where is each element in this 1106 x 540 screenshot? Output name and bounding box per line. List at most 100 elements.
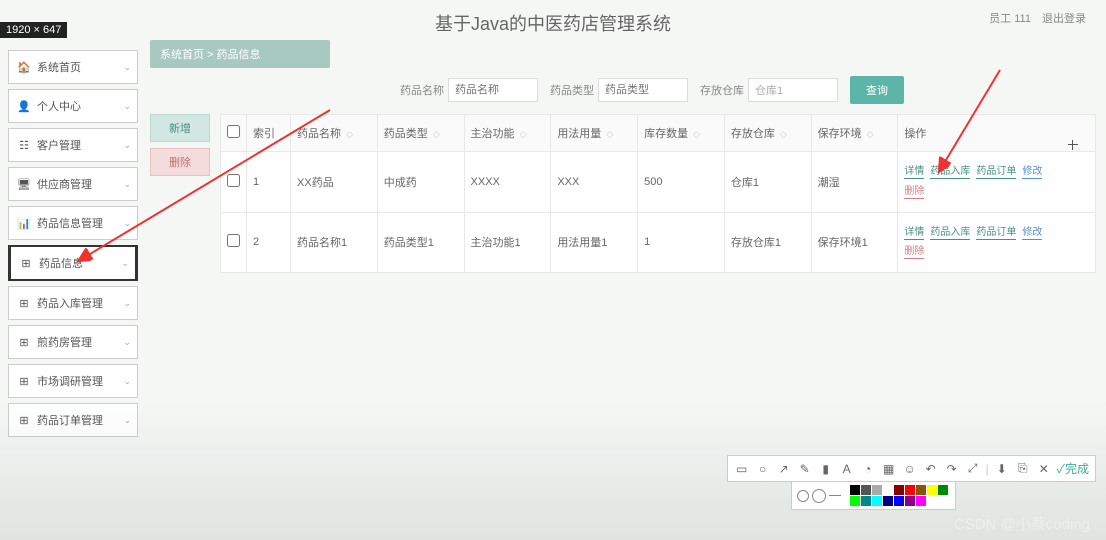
- order-link[interactable]: 药品订单: [976, 166, 1016, 179]
- swatch[interactable]: [938, 485, 948, 495]
- swatch[interactable]: [894, 496, 904, 506]
- sidebar-item-药品入库管理[interactable]: ⊞药品入库管理⌄: [8, 286, 138, 320]
- arrow-icon[interactable]: ↗: [776, 461, 792, 477]
- undo-icon[interactable]: ↶: [923, 461, 939, 477]
- sidebar-item-供应商管理[interactable]: 🖥供应商管理⌄: [8, 167, 138, 201]
- detail-link[interactable]: 详情: [904, 166, 924, 179]
- swatch[interactable]: [850, 496, 860, 506]
- detail-link[interactable]: 详情: [904, 227, 924, 240]
- delete-link[interactable]: 删除: [904, 246, 924, 259]
- pin-icon[interactable]: ⤢: [965, 461, 981, 477]
- order-link[interactable]: 药品订单: [976, 227, 1016, 240]
- cell-env: 潮湿: [811, 152, 898, 213]
- col-6[interactable]: 存放仓库 ◇: [724, 115, 811, 152]
- menu-icon: 🖥: [17, 177, 31, 191]
- menu-icon: ⊞: [17, 335, 31, 349]
- table-row: 2药品名称1药品类型1主治功能1用法用量11存放仓库1保存环境1详情药品入库药品…: [221, 212, 1096, 273]
- sidebar-item-市场调研管理[interactable]: ⊞市场调研管理⌄: [8, 364, 138, 398]
- cell-func: XXXX: [464, 152, 551, 213]
- sidebar: 🏠系统首页⌄ 👤个人中心⌄ ☷客户管理⌄ 🖥 供应商管理 ⌄ 📊药品信息管理⌄ ⊞药品信息⌄ ⊞…: [8, 50, 138, 442]
- edit-link[interactable]: 修改: [1022, 227, 1042, 240]
- sidebar-item-客户管理[interactable]: ☷客户管理⌄: [8, 128, 138, 162]
- swatch[interactable]: [861, 485, 871, 495]
- delete-button[interactable]: 删除: [150, 148, 210, 176]
- mosaic-icon[interactable]: ▦: [881, 461, 897, 477]
- table-row: 1XX药品中成药XXXXXXX500仓库1潮湿详情药品入库药品订单修改删除: [221, 152, 1096, 213]
- breadcrumb-home[interactable]: 系统首页: [160, 49, 204, 61]
- sticker-icon[interactable]: ☺: [902, 461, 918, 477]
- sidebar-item-系统首页[interactable]: 🏠系统首页⌄: [8, 50, 138, 84]
- close-icon[interactable]: ✕: [1036, 461, 1052, 477]
- sidebar-item-煎药房管理[interactable]: ⊞煎药房管理⌄: [8, 325, 138, 359]
- add-button[interactable]: 新增: [150, 114, 210, 142]
- col-8[interactable]: 操作: [898, 115, 1096, 152]
- data-table: 索引药品名称 ◇药品类型 ◇主治功能 ◇用法用量 ◇库存数量 ◇存放仓库 ◇保存…: [220, 114, 1096, 273]
- screenshot-toolbar[interactable]: ▭ ○ ↗ ✎ ▮ A ◔ ▦ ☺ ↶ ↷ ⤢ | ⬇ ⎘ ✕ ✓完成: [727, 455, 1096, 482]
- row-check[interactable]: [221, 152, 247, 213]
- color-palette[interactable]: [791, 481, 956, 510]
- chevron-down-icon: ⌄: [123, 62, 131, 73]
- logout-link[interactable]: 退出登录: [1042, 13, 1086, 25]
- select-all[interactable]: [221, 115, 247, 152]
- copy-icon[interactable]: ⎘: [1015, 461, 1031, 477]
- text-icon[interactable]: A: [839, 461, 855, 477]
- cell-store: 仓库1: [724, 152, 811, 213]
- sidebar-item-药品信息[interactable]: ⊞药品信息⌄: [8, 245, 138, 281]
- swatch[interactable]: [883, 485, 893, 495]
- swatch[interactable]: [872, 496, 882, 506]
- menu-icon: 📊: [17, 216, 31, 230]
- col-4[interactable]: 用法用量 ◇: [551, 115, 638, 152]
- rect-icon[interactable]: ▭: [734, 461, 750, 477]
- swatch[interactable]: [916, 496, 926, 506]
- user-info: 员工 111 退出登录: [981, 10, 1086, 26]
- name-label: 药品名称: [400, 82, 444, 98]
- dot-large[interactable]: [812, 489, 826, 503]
- swatch[interactable]: [850, 485, 860, 495]
- search-button[interactable]: 查询: [850, 76, 904, 104]
- done-button[interactable]: ✓完成: [1057, 460, 1089, 477]
- dot-small[interactable]: [797, 490, 809, 502]
- in-link[interactable]: 药品入库: [930, 227, 970, 240]
- swatch[interactable]: [872, 485, 882, 495]
- swatch[interactable]: [927, 485, 937, 495]
- chevron-down-icon: ⌄: [121, 258, 129, 269]
- breadcrumb-current: 药品信息: [217, 49, 261, 61]
- dimension-badge: 1920 × 647: [0, 22, 67, 38]
- name-input[interactable]: [448, 78, 538, 102]
- store-input[interactable]: [748, 78, 838, 102]
- swatch[interactable]: [916, 485, 926, 495]
- clock-icon[interactable]: ◔: [860, 461, 876, 477]
- swatch[interactable]: [894, 485, 904, 495]
- col-7[interactable]: 保存环境 ◇: [811, 115, 898, 152]
- sidebar-item-个人中心[interactable]: 👤个人中心⌄: [8, 89, 138, 123]
- menu-icon: 🏠: [17, 60, 31, 74]
- delete-link[interactable]: 删除: [904, 186, 924, 199]
- col-2[interactable]: 药品类型 ◇: [377, 115, 464, 152]
- sidebar-item-药品信息管理[interactable]: 📊药品信息管理⌄: [8, 206, 138, 240]
- pen-icon[interactable]: ✎: [797, 461, 813, 477]
- cell-actions: 详情药品入库药品订单修改删除: [898, 152, 1096, 213]
- menu-icon: 👤: [17, 99, 31, 113]
- main-content: 系统首页 > 药品信息 药品名称 药品类型 存放仓库 查询 新增 删除 索引药品…: [150, 40, 1096, 273]
- row-check[interactable]: [221, 212, 247, 273]
- in-link[interactable]: 药品入库: [930, 166, 970, 179]
- swatch[interactable]: [861, 496, 871, 506]
- swatch[interactable]: [883, 496, 893, 506]
- type-label: 药品类型: [550, 82, 594, 98]
- col-1[interactable]: 药品名称 ◇: [291, 115, 378, 152]
- swatch[interactable]: [905, 485, 915, 495]
- circle-icon[interactable]: ○: [755, 461, 771, 477]
- line-icon[interactable]: [829, 495, 841, 496]
- redo-icon[interactable]: ↷: [944, 461, 960, 477]
- cell-type: 中成药: [377, 152, 464, 213]
- type-input[interactable]: [598, 78, 688, 102]
- edit-link[interactable]: 修改: [1022, 166, 1042, 179]
- col-3[interactable]: 主治功能 ◇: [464, 115, 551, 152]
- menu-label: 供应商管理: [37, 176, 92, 192]
- col-5[interactable]: 库存数量 ◇: [638, 115, 725, 152]
- col-0[interactable]: 索引: [247, 115, 291, 152]
- swatch[interactable]: [905, 496, 915, 506]
- save-icon[interactable]: ⬇: [994, 461, 1010, 477]
- chevron-down-icon: ⌄: [123, 376, 131, 387]
- marker-icon[interactable]: ▮: [818, 461, 834, 477]
